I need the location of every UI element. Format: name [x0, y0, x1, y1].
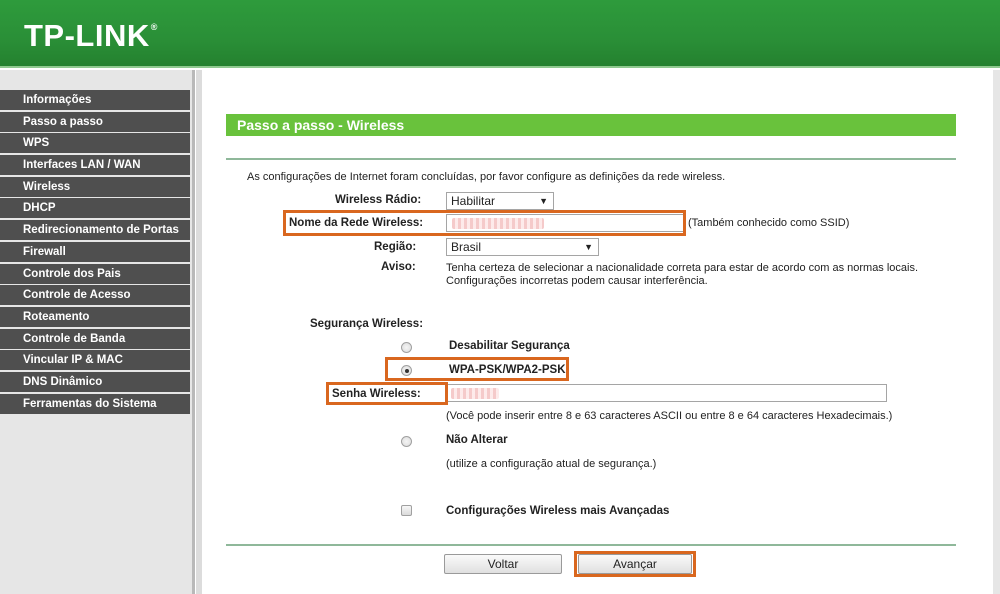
sidebar-item[interactable]: Roteamento: [0, 306, 190, 327]
sidebar-item[interactable]: Controle de Banda: [0, 328, 190, 349]
tp-link-logo: TP-LINK®: [24, 18, 158, 53]
intro-text: As configurações de Internet foram concl…: [247, 171, 726, 183]
advanced-checkbox[interactable]: [401, 505, 412, 516]
sidebar-item[interactable]: Controle de Acesso: [0, 285, 190, 306]
page-title: Passo a passo - Wireless: [226, 114, 956, 136]
header-bar: TP-LINK®: [0, 0, 1000, 68]
scrollbar-track[interactable]: [993, 70, 1000, 594]
dropdown-arrow-icon: ▼: [539, 196, 548, 206]
highlight-next: [574, 551, 696, 577]
wireless-radio-select[interactable]: Habilitar ▼: [446, 192, 554, 210]
sidebar-item[interactable]: Wireless: [0, 176, 190, 197]
no-change-hint: (utilize a configuração atual de seguran…: [446, 458, 657, 470]
divider: [226, 544, 956, 546]
sidebar-item[interactable]: Vincular IP & MAC: [0, 350, 190, 371]
wireless-radio-value: Habilitar: [451, 194, 496, 208]
warning-label: Aviso:: [381, 261, 416, 273]
highlight-ssid: [283, 210, 686, 236]
ssid-note: (Também conhecido como SSID): [688, 217, 850, 229]
sidebar: Informações Passo a passo WPS Interfaces LA…: [0, 70, 195, 594]
region-label: Região:: [374, 241, 417, 253]
sidebar-item[interactable]: Redirecionamento de Portas: [0, 220, 190, 241]
sidebar-item[interactable]: Passo a passo: [0, 111, 190, 132]
sidebar-item[interactable]: Ferramentas do Sistema: [0, 393, 190, 414]
sidebar-item[interactable]: Informações: [0, 90, 190, 110]
no-change-radio[interactable]: [401, 436, 412, 447]
warning-line-1: Tenha certeza de selecionar a nacionalid…: [446, 262, 919, 274]
back-button[interactable]: Voltar: [444, 554, 562, 574]
sidebar-menu: Informações Passo a passo WPS Interfaces LA…: [0, 90, 190, 415]
security-label: Segurança Wireless:: [310, 318, 424, 330]
divider: [226, 158, 956, 160]
radio-label: Wireless Rádio:: [335, 194, 422, 206]
sidebar-item[interactable]: Firewall: [0, 241, 190, 262]
sidebar-item[interactable]: DHCP: [0, 198, 190, 219]
region-value: Brasil: [451, 240, 482, 254]
password-input[interactable]: [446, 384, 887, 402]
dropdown-arrow-icon: ▼: [584, 242, 593, 252]
highlight-wpa: [385, 357, 569, 381]
frame-divider: [196, 70, 202, 594]
region-select[interactable]: Brasil ▼: [446, 238, 599, 256]
highlight-password: [326, 382, 448, 405]
blurred-password: [451, 388, 499, 399]
sidebar-item[interactable]: Interfaces LAN / WAN: [0, 155, 190, 176]
advanced-label: Configurações Wireless mais Avançadas: [446, 505, 670, 517]
no-change-label: Não Alterar: [446, 434, 508, 446]
disable-security-label: Desabilitar Segurança: [449, 340, 570, 352]
sidebar-item[interactable]: WPS: [0, 133, 190, 154]
sidebar-item[interactable]: Controle dos Pais: [0, 263, 190, 284]
warning-line-2: Configurações incorretas podem causar in…: [446, 275, 708, 287]
sidebar-item[interactable]: DNS Dinâmico: [0, 371, 190, 392]
password-hint: (Você pode inserir entre 8 e 63 caracter…: [446, 410, 893, 422]
disable-security-radio[interactable]: [401, 342, 412, 353]
